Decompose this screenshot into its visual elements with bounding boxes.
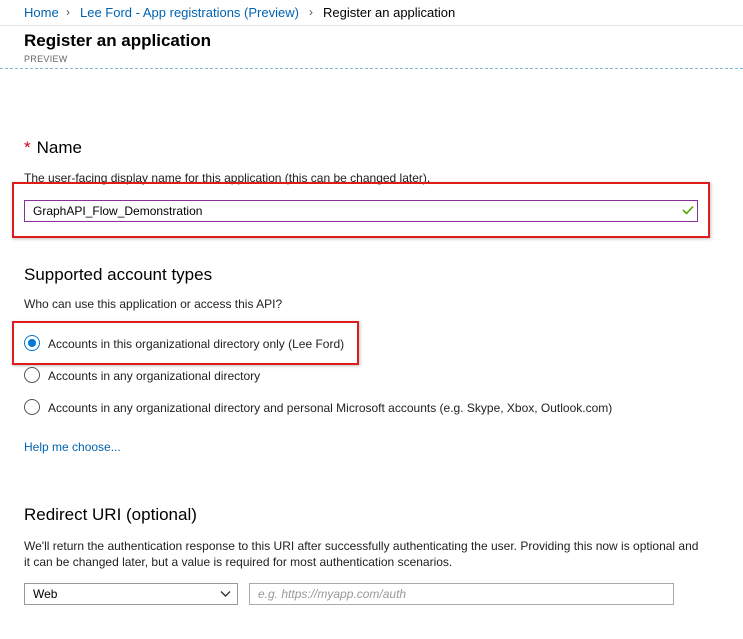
redirect-uri-input[interactable] (249, 583, 674, 605)
required-marker: * (24, 138, 31, 157)
platform-select-value: Web (33, 587, 58, 601)
page-title: Register an application (24, 31, 212, 50)
breadcrumb: Home › Lee Ford - App registrations (Pre… (0, 0, 743, 26)
chevron-down-icon (220, 591, 231, 597)
checkmark-icon (682, 205, 694, 215)
radio-label: Accounts in any organizational directory (48, 369, 261, 383)
breadcrumb-app-registrations-link[interactable]: Lee Ford - App registrations (Preview) (80, 0, 299, 25)
radio-label: Accounts in any organizational directory… (48, 401, 613, 415)
help-me-choose-link[interactable]: Help me choose... (24, 440, 121, 454)
breadcrumb-current: Register an application (323, 5, 456, 20)
redirect-uri-heading: Redirect URI (optional) (24, 505, 197, 524)
account-types-heading: Supported account types (24, 265, 213, 284)
page-header: Register an application PREVIEW (0, 26, 743, 69)
platform-select[interactable]: Web (24, 583, 238, 605)
radio-button[interactable] (24, 399, 40, 415)
breadcrumb-separator: › (66, 5, 70, 19)
name-input-value: GraphAPI_Flow_Demonstration (33, 204, 203, 218)
radio-label: Accounts in this organizational director… (48, 337, 345, 351)
radio-button[interactable] (24, 367, 40, 383)
breadcrumb-separator: › (309, 5, 313, 19)
preview-label: PREVIEW (24, 54, 68, 64)
account-types-question: Who can use this application or access t… (24, 297, 283, 311)
name-input[interactable]: GraphAPI_Flow_Demonstration (24, 200, 698, 222)
breadcrumb-home-link[interactable]: Home (24, 0, 59, 25)
radio-button-checked[interactable] (24, 335, 40, 351)
name-heading-label: Name (36, 138, 82, 157)
redirect-description-line2: it can be changed later, but a value is … (24, 555, 453, 569)
redirect-description-line1: We'll return the authentication response… (24, 539, 699, 553)
name-heading: * Name (24, 138, 82, 158)
